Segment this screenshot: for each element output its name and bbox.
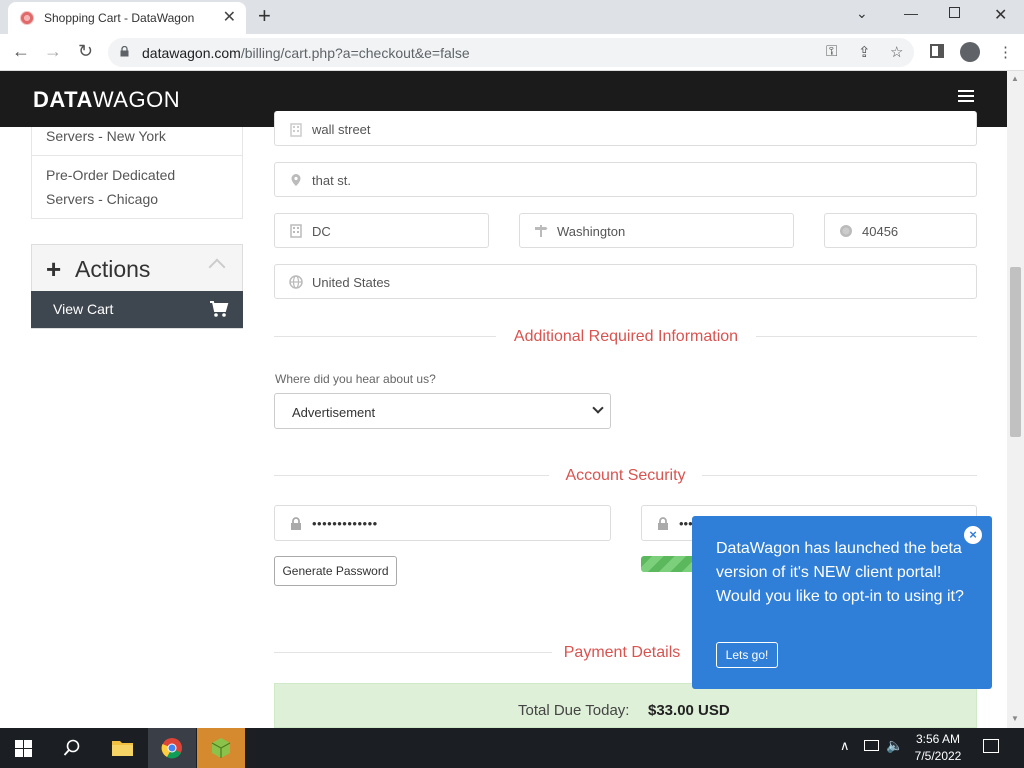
city-value: DC (312, 224, 331, 239)
signpost-icon (535, 225, 548, 237)
building-icon (290, 224, 302, 238)
tray-chevron-up-icon[interactable]: ∧ (840, 738, 850, 754)
client-portal-popup: DataWagon has launched the beta version … (692, 516, 992, 689)
address-line2-value: that st. (312, 173, 352, 188)
reload-icon[interactable]: ↻ (78, 41, 93, 62)
bookmark-star-icon[interactable]: ☆ (890, 43, 903, 61)
certificate-icon (840, 225, 852, 237)
sidebar-item-chicago[interactable]: Pre-Order Dedicated Servers - Chicago (46, 163, 175, 211)
scrollbar-thumb[interactable] (1010, 267, 1021, 437)
city-field[interactable]: DC (274, 213, 489, 248)
country-field[interactable]: United States (274, 264, 977, 299)
additional-info-heading: Additional Required Information (496, 328, 756, 346)
generate-password-button[interactable]: Generate Password (274, 556, 397, 586)
state-field[interactable]: Washington (519, 213, 794, 248)
actions-title: Actions (75, 256, 151, 282)
scroll-down-icon[interactable]: ▼ (1011, 714, 1019, 723)
search-icon[interactable] (63, 739, 81, 757)
close-tab-icon[interactable]: ✕ (223, 7, 236, 27)
back-arrow-icon[interactable]: ← (12, 41, 30, 62)
address-bar[interactable]: datawagon.com/billing/cart.php?a=checkou… (108, 38, 914, 67)
confirm-password-value: ••• (679, 516, 693, 531)
lock-icon (291, 517, 301, 530)
package-cube-icon[interactable] (210, 737, 232, 759)
volume-icon[interactable]: 🔈 (886, 737, 903, 754)
hear-about-us-select[interactable]: Advertisement (274, 393, 611, 429)
restore-button[interactable] (949, 7, 960, 18)
tab-search-chevron-icon[interactable]: ⌄ (856, 5, 868, 22)
globe-icon (289, 275, 303, 289)
lock-icon (658, 517, 668, 530)
divider (32, 155, 242, 156)
profile-avatar[interactable] (960, 42, 980, 62)
postcode-value: 40456 (862, 224, 899, 239)
taskbar-clock[interactable]: 3:56 AM 7/5/2022 (906, 731, 970, 765)
view-cart-button[interactable]: View Cart (31, 291, 243, 328)
menu-kebab-icon[interactable]: ⋮ (998, 43, 1013, 61)
total-due-amount: $33.00 USD (648, 702, 730, 719)
share-icon[interactable]: ⇪ (858, 43, 871, 61)
view-cart-label: View Cart (53, 301, 114, 317)
tab-title: Shopping Cart - DataWagon (44, 11, 195, 25)
minimize-button[interactable]: — (904, 5, 918, 21)
key-icon[interactable]: ⚿ (826, 43, 837, 60)
browser-toolbar: ← → ↻ datawagon.com/billing/cart.php?a=c… (0, 34, 1024, 71)
plus-icon: + (46, 254, 62, 284)
forward-arrow-icon[interactable]: → (44, 41, 62, 62)
password-value: ••••••••••••• (312, 516, 378, 531)
popup-message: DataWagon has launched the beta version … (716, 540, 964, 605)
site-logo[interactable]: DATAWAGON (33, 87, 180, 113)
browser-tab[interactable]: Shopping Cart - DataWagon ✕ (8, 2, 246, 34)
url-text: datawagon.com/billing/cart.php?a=checkou… (142, 45, 470, 61)
hear-about-us-label: Where did you hear about us? (275, 372, 436, 386)
notifications-icon[interactable] (983, 739, 999, 753)
hear-about-us-value: Advertisement (292, 405, 376, 420)
close-icon[interactable]: × (964, 526, 982, 544)
address-line1-field[interactable]: wall street (274, 111, 977, 146)
file-explorer-icon[interactable] (111, 738, 134, 758)
map-marker-icon (291, 174, 301, 186)
sidebar-item-new-york[interactable]: Servers - New York (46, 124, 166, 148)
new-tab-button[interactable]: + (258, 3, 271, 29)
address-line1-value: wall street (312, 122, 371, 137)
account-security-heading: Account Security (549, 467, 702, 485)
country-value: United States (312, 275, 391, 290)
lock-icon (120, 46, 129, 57)
state-value: Washington (557, 224, 626, 239)
network-icon[interactable] (864, 740, 879, 751)
side-panel-icon[interactable] (930, 44, 944, 58)
clock-time: 3:56 AM (915, 732, 961, 746)
total-due-label: Total Due Today: (518, 702, 630, 719)
site-favicon-icon (20, 11, 34, 25)
cart-icon (210, 301, 229, 317)
building-icon (290, 123, 302, 137)
total-due-banner: Total Due Today: $33.00 USD (274, 683, 977, 728)
hamburger-menu-icon[interactable] (958, 90, 974, 102)
scroll-up-icon[interactable]: ▲ (1011, 74, 1019, 83)
password-field[interactable]: ••••••••••••• (274, 505, 611, 541)
postcode-field[interactable]: 40456 (824, 213, 977, 248)
lets-go-button[interactable]: Lets go! (716, 642, 778, 668)
payment-details-heading: Payment Details (552, 644, 692, 662)
chrome-icon[interactable] (161, 737, 183, 759)
chevron-down-icon (592, 402, 604, 414)
address-line2-field[interactable]: that st. (274, 162, 977, 197)
windows-start-icon[interactable] (15, 740, 32, 757)
window-close-button[interactable]: ✕ (994, 5, 1007, 25)
clock-date: 7/5/2022 (914, 749, 962, 763)
